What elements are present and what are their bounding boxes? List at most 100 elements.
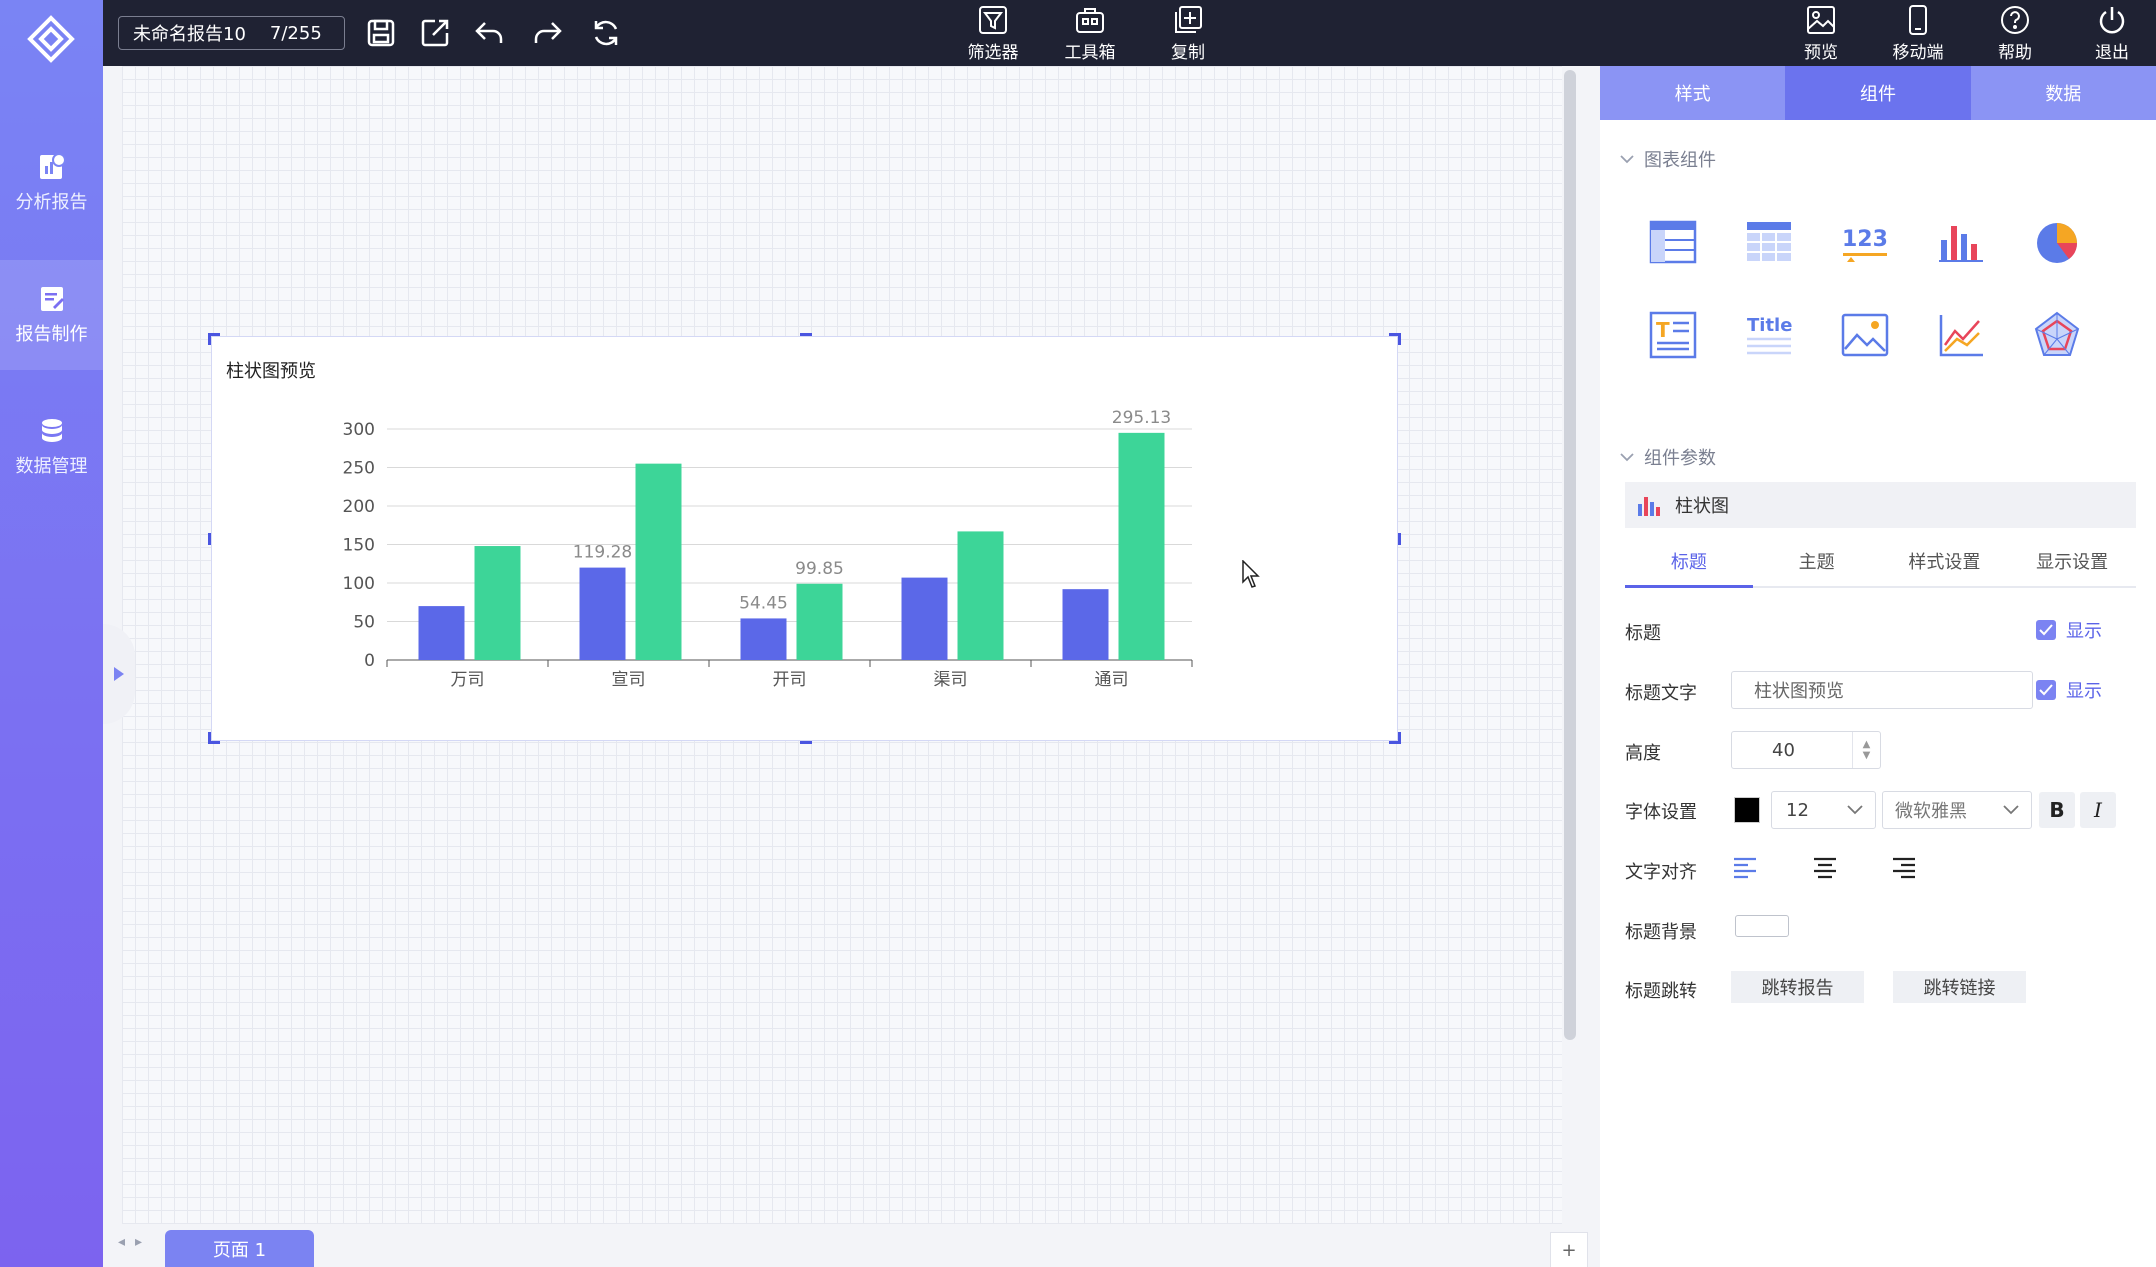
subtab-title[interactable]: 标题 [1625, 536, 1753, 588]
stepper-arrows-icon[interactable]: ▲ ▼ [1852, 732, 1880, 768]
chevron-down-icon [1620, 453, 1634, 462]
help-icon [2001, 5, 2029, 34]
bar-chart-widget[interactable]: 柱状图预览 0 50 100 150 200 250 300 万司 宣司 开司 渠司 通司 119.28… [208, 333, 1401, 744]
sidebar-item-data-management[interactable]: 数据管理 [0, 392, 103, 502]
bar [579, 567, 626, 660]
toolbox-label: 工具箱 [1064, 42, 1116, 63]
font-color-swatch[interactable] [1734, 797, 1760, 823]
left-sidebar: 分析报告 报告制作 数据管理 [0, 0, 103, 1267]
vertical-scrollbar[interactable] [1564, 70, 1576, 1040]
filter-icon [979, 5, 1007, 34]
checkbox-checked-icon [2036, 680, 2056, 700]
number-kpi-component-icon[interactable]: 123 [1839, 216, 1891, 268]
logout-button[interactable]: 退出 [2077, 0, 2147, 66]
bar-chart-component-icon[interactable] [1935, 216, 1987, 268]
preview-label: 预览 [1804, 42, 1838, 63]
radar-chart-component-icon[interactable] [2031, 309, 2083, 361]
logout-label: 退出 [2095, 42, 2129, 63]
subtab-style-settings[interactable]: 样式设置 [1881, 536, 2009, 586]
bar [1062, 589, 1109, 660]
undo-button[interactable] [470, 14, 508, 52]
title-text-input[interactable]: 柱状图预览 [1731, 671, 2033, 709]
title-show-checkbox[interactable]: 显示 [2036, 617, 2102, 643]
font-size-select[interactable]: 12 [1771, 791, 1876, 829]
line-chart-component-icon[interactable] [1935, 309, 1987, 361]
filter-button[interactable]: 筛选器 [958, 0, 1028, 66]
bar [957, 531, 1004, 660]
text-component-icon[interactable]: T [1647, 309, 1699, 361]
tab-data[interactable]: 数据 [1970, 66, 2156, 120]
power-icon [2099, 6, 2125, 33]
section-component-params[interactable]: 组件参数 [1620, 444, 1716, 470]
top-toolbar: 未命名报告10 7/255 筛选器 工具箱 复制 预览 移动端 帮助 退出 [103, 0, 2156, 66]
sidebar-item-report-making[interactable]: 报告制作 [0, 260, 103, 370]
export-button[interactable] [416, 14, 454, 52]
jump-link-button[interactable]: 跳转链接 [1893, 971, 2026, 1003]
bar [418, 606, 465, 660]
title-bg-color-swatch[interactable] [1735, 915, 1789, 937]
checkbox-checked-icon [2036, 620, 2056, 640]
param-sub-tabs: 标题 主题 样式设置 显示设置 [1625, 536, 2136, 588]
add-page-button[interactable]: + [1550, 1232, 1588, 1267]
save-button[interactable] [362, 14, 400, 52]
tab-style[interactable]: 样式 [1600, 66, 1786, 120]
section-title: 图表组件 [1644, 150, 1716, 171]
bar-chart-icon [1638, 497, 1660, 516]
title-component-icon[interactable]: Title [1743, 309, 1795, 361]
subtab-theme[interactable]: 主题 [1753, 536, 1881, 586]
mobile-button[interactable]: 移动端 [1883, 0, 1953, 66]
help-button[interactable]: 帮助 [1980, 0, 2050, 66]
refresh-icon [594, 20, 618, 46]
title-text-show-checkbox[interactable]: 显示 [2036, 677, 2102, 703]
toolbox-button[interactable]: 工具箱 [1055, 0, 1125, 66]
data-label: 99.85 [795, 559, 844, 579]
mobile-label: 移动端 [1892, 42, 1944, 63]
align-left-icon[interactable] [1731, 854, 1759, 882]
bold-button[interactable]: B [2039, 792, 2075, 828]
filter-label: 筛选器 [967, 42, 1019, 63]
bar [796, 583, 843, 660]
page-tab-1[interactable]: 页面 1 [165, 1230, 314, 1267]
copy-button[interactable]: 复制 [1153, 0, 1223, 66]
tab-components[interactable]: 组件 [1785, 66, 1971, 120]
redo-button[interactable] [529, 14, 567, 52]
svg-text:123: 123 [1842, 227, 1888, 252]
mobile-phone-icon [1909, 4, 1927, 35]
refresh-button[interactable] [587, 14, 625, 52]
chevron-down-icon [2003, 805, 2019, 815]
chevron-down-icon [1847, 805, 1863, 815]
svg-text:T: T [1656, 318, 1670, 342]
bar-chart-plot: 0 50 100 150 200 250 300 万司 宣司 开司 渠司 通司 119.28 54.45 9… [343, 408, 1193, 690]
pie-chart-component-icon[interactable] [2031, 216, 2083, 268]
page-prev-icon[interactable]: ◂ [118, 1234, 125, 1250]
section-chart-components[interactable]: 图表组件 [1620, 146, 1716, 172]
x-tick-label: 开司 [773, 670, 807, 690]
italic-button[interactable]: I [2080, 792, 2116, 828]
y-tick-label: 250 [343, 459, 375, 479]
database-icon [41, 419, 62, 442]
jump-report-button[interactable]: 跳转报告 [1731, 971, 1864, 1003]
align-center-icon[interactable] [1811, 854, 1839, 882]
page-nav-arrows[interactable]: ◂ ▸ [118, 1234, 142, 1250]
table-component-icon[interactable] [1647, 216, 1699, 268]
font-family-value: 微软雅黑 [1895, 801, 1967, 822]
font-size-value: 12 [1786, 799, 1809, 821]
y-tick-label: 50 [353, 613, 375, 633]
image-component-icon[interactable] [1839, 309, 1891, 361]
x-tick-label: 通司 [1095, 670, 1129, 690]
app-logo-icon[interactable] [26, 14, 76, 64]
height-stepper[interactable]: 40 ▲ ▼ [1731, 731, 1881, 769]
sidebar-item-analysis-report[interactable]: 分析报告 [0, 128, 103, 238]
panel-tabs: 样式 组件 数据 [1600, 66, 2156, 120]
subtab-display-settings[interactable]: 显示设置 [2008, 536, 2136, 586]
page-next-icon[interactable]: ▸ [135, 1234, 142, 1250]
document-title-box[interactable]: 未命名报告10 7/255 [118, 16, 345, 50]
bar [901, 577, 948, 660]
font-family-select[interactable]: 微软雅黑 [1882, 791, 2032, 829]
pivot-table-component-icon[interactable] [1743, 216, 1795, 268]
section-title: 组件参数 [1644, 448, 1716, 469]
y-tick-label: 0 [364, 651, 375, 671]
preview-button[interactable]: 预览 [1786, 0, 1856, 66]
height-label: 高度 [1625, 743, 1661, 764]
align-right-icon[interactable] [1890, 854, 1918, 882]
